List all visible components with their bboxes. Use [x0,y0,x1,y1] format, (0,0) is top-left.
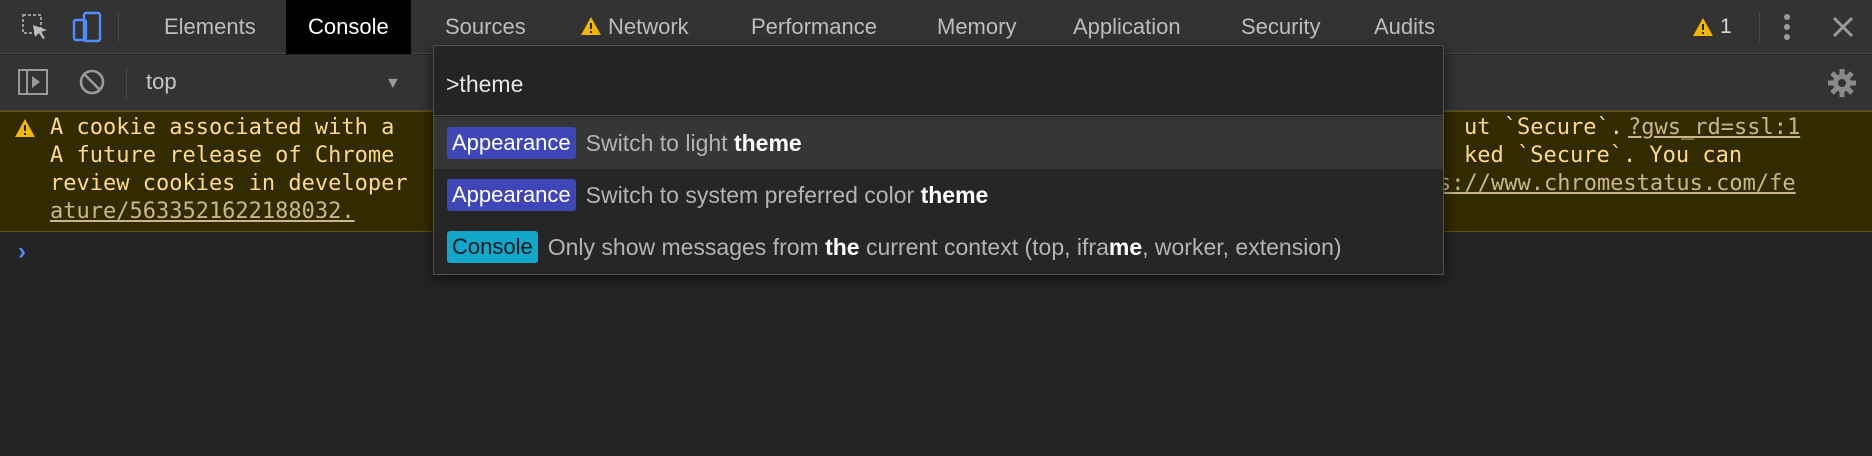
context-selector[interactable]: top [146,69,177,95]
palette-item[interactable]: Appearance Switch to light theme [434,117,1443,169]
category-badge: Appearance [447,127,576,159]
item-text: , worker, extension) [1142,233,1342,260]
category-badge: Appearance [447,179,576,211]
warning-text-line: ut `Secure`. [1464,115,1637,140]
inspect-element-icon[interactable] [18,10,52,44]
warning-icon [14,118,36,146]
tab-label: Application [1073,14,1181,39]
sidebar-toggle-icon[interactable] [18,68,48,101]
item-text: Only show messages from [547,233,826,260]
warning-feature-link[interactable]: ature/5633521622188032. [50,198,355,226]
issues-count: 1 [1720,15,1732,38]
warning-source-link[interactable]: ?gws_rd=ssl:1 [1628,114,1800,142]
item-text: Switch to system preferred color [585,181,921,208]
item-match-text: theme [733,129,802,156]
tab-label: Network [608,14,689,39]
clear-console-icon[interactable] [78,68,106,101]
tab-label: Memory [937,14,1017,39]
tab-label: Console [308,14,389,39]
warning-text-line: review cookies in developer [50,171,408,196]
tab-label: Sources [445,14,526,39]
item-match-text: me [1108,233,1143,260]
warning-text-line: A future release of Chrome [50,143,395,168]
warning-feature-link[interactable]: s://www.chromestatus.com/fe [1438,170,1796,198]
category-badge: Console [447,231,538,263]
item-text: current context (top, ifra [859,233,1109,260]
warning-text-line: ked `Secure`. You can [1464,143,1743,168]
issues-counter[interactable]: 1 [1692,0,1732,54]
item-match-text: theme [920,181,989,208]
console-prompt-icon[interactable]: › [18,238,26,266]
dropdown-arrow-icon[interactable]: ▼ [385,75,401,93]
toolbar-divider [126,67,127,99]
palette-item[interactable]: Appearance Switch to system preferred co… [434,169,1443,221]
command-palette-input[interactable]: >theme [434,46,1443,116]
context-label: top [146,69,177,94]
tab-console[interactable]: Console [286,0,411,54]
item-match-text: the [825,233,860,260]
tab-label: Audits [1374,14,1436,39]
tab-elements[interactable]: Elements [142,0,278,54]
tabbar-divider [1759,12,1760,42]
item-text: Switch to light [585,129,734,156]
more-options-icon[interactable] [1770,10,1804,44]
devtools-window: Elements Console Sources Network Perform… [0,0,1872,456]
device-toolbar-icon[interactable] [70,10,104,44]
query-text: >theme [446,71,524,97]
tab-label: Security [1241,14,1321,39]
tab-label: Elements [164,14,256,39]
palette-item[interactable]: Console Only show messages from the curr… [434,221,1443,273]
close-icon[interactable] [1826,10,1860,44]
command-palette: >theme Appearance Switch to light theme … [433,45,1444,275]
warning-text-line: A cookie associated with a [50,115,395,140]
settings-gear-icon[interactable] [1826,67,1858,104]
warning-icon [1692,17,1714,37]
tab-label: Performance [751,14,877,39]
tabbar-divider [118,12,119,42]
